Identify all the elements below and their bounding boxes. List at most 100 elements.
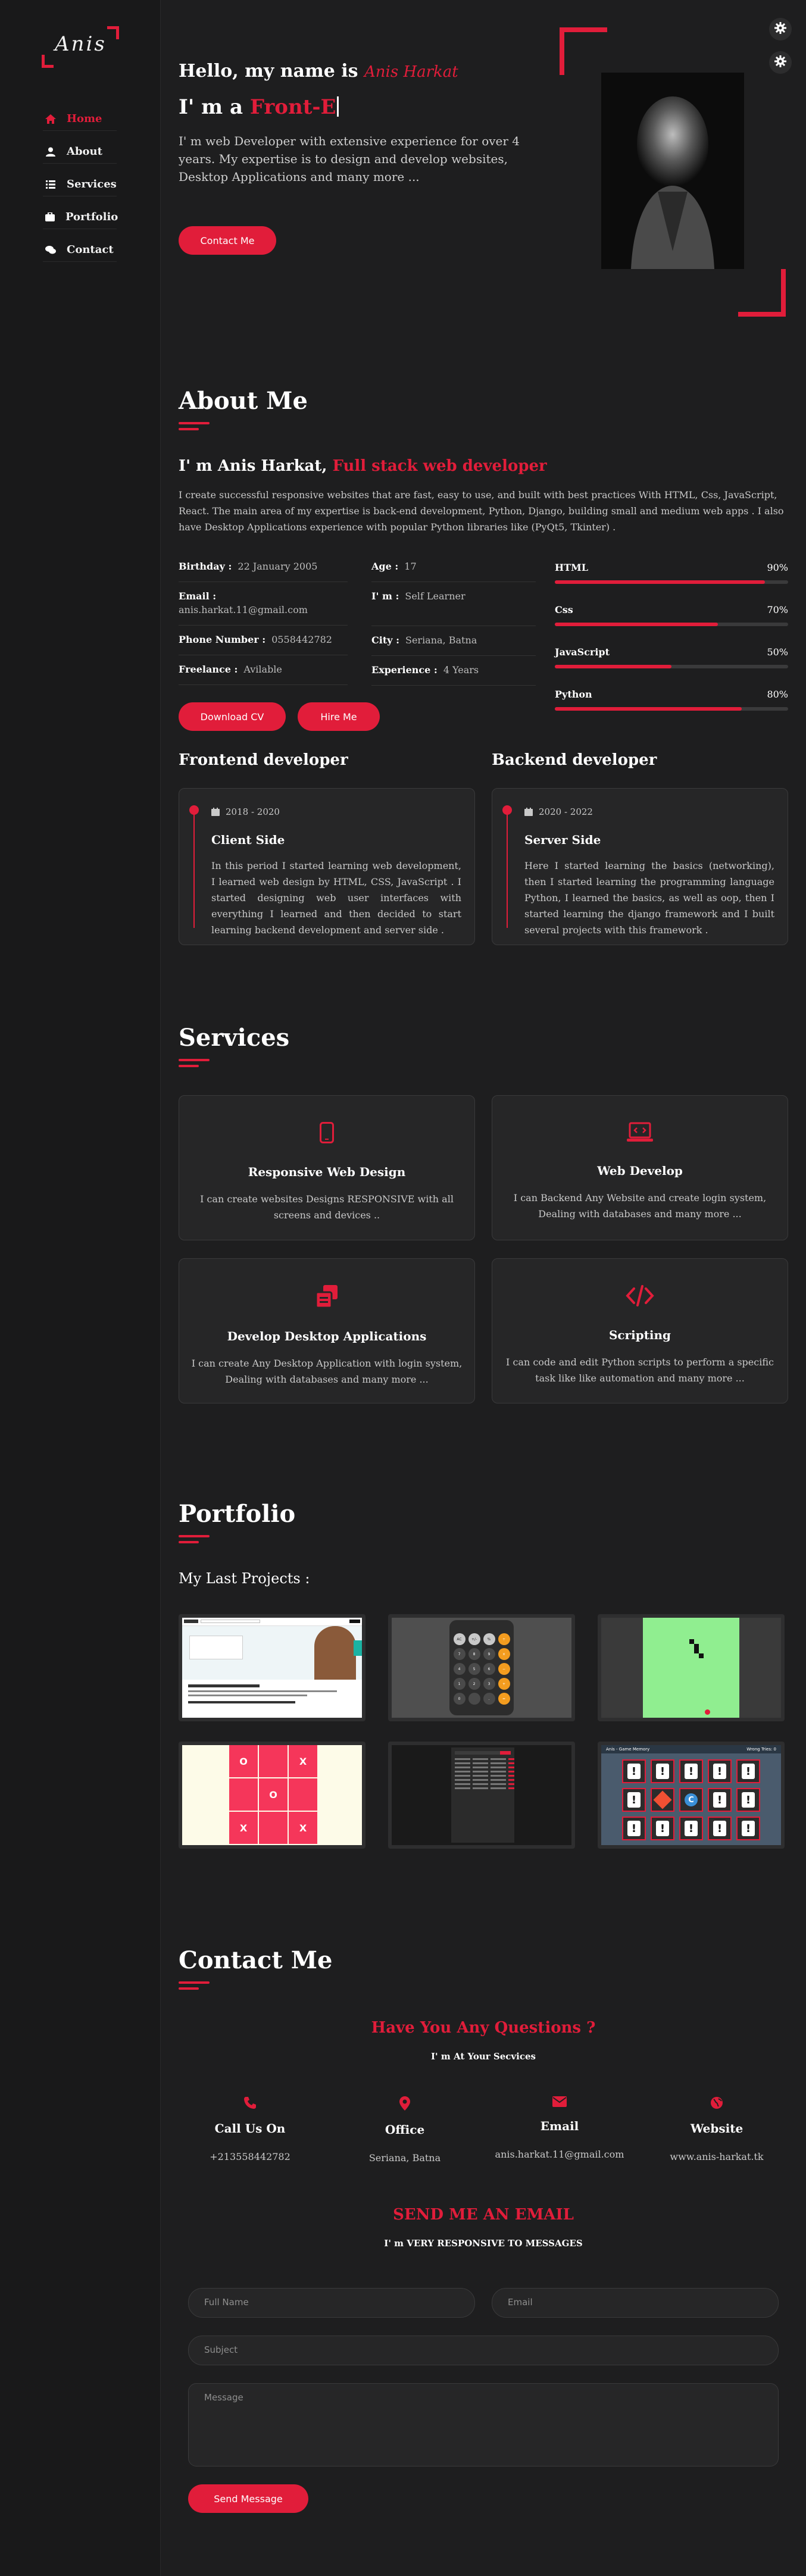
hero-description: I' m web Developer with extensive experi…: [179, 134, 520, 184]
skill-css: Css 70%: [555, 604, 788, 626]
calculator-key: 7: [453, 1648, 466, 1660]
service-text: I can code and edit Python scripts to pe…: [506, 1356, 774, 1384]
hero-photo-frame: [560, 27, 786, 317]
about-section: About Me I' m Anis Harkat, Full stack we…: [179, 387, 788, 952]
info-value: Avilable: [243, 664, 282, 675]
sidebar-item-about[interactable]: About: [43, 140, 117, 164]
table-app-window: [451, 1747, 514, 1843]
memory-tile: [651, 1788, 674, 1812]
list-icon: [45, 179, 56, 190]
project-calculator[interactable]: AC +/-% ÷ 7 8 9 × 4 5 6− 1 2 3 +0. =: [388, 1614, 575, 1721]
info-phone: Phone Number : 0558442782: [179, 626, 348, 655]
sidebar-item-portfolio[interactable]: Portfolio: [43, 205, 118, 229]
contact-card-title: Website: [690, 2121, 743, 2136]
sidebar-item-services[interactable]: Services: [43, 173, 117, 196]
contact-card-value[interactable]: +213558442782: [179, 2151, 321, 2162]
info-value: 4 Years: [443, 664, 479, 676]
home-icon: [45, 114, 56, 124]
info-birthday: Birthday : 22 January 2005: [179, 552, 348, 582]
skill-fill: [555, 580, 765, 584]
snake-body: [689, 1639, 694, 1644]
calculator-key: +: [498, 1678, 510, 1690]
sidebar-item-contact[interactable]: Contact: [43, 238, 117, 262]
portfolio-subtitle: My Last Projects :: [179, 1570, 310, 1587]
calculator-key: AC: [453, 1633, 466, 1645]
info-experience: Experience : 4 Years: [371, 656, 536, 686]
about-headline: I' m Anis Harkat, Full stack web develop…: [179, 457, 547, 475]
service-card-responsive: Responsive Web Design I can create websi…: [179, 1095, 475, 1240]
calculator-key: 6: [483, 1663, 495, 1675]
contact-card-value[interactable]: anis.harkat.11@gmail.com: [488, 2149, 631, 2160]
contact-card-email: Email anis.harkat.11@gmail.com: [488, 2096, 631, 2160]
service-text: I can create Any Desktop Application wit…: [191, 1358, 463, 1385]
timeline-heading-backend: Backend developer: [492, 751, 657, 769]
briefcase-icon: [45, 212, 55, 223]
calculator-key: =: [498, 1693, 510, 1705]
info-value: anis.harkat.11@gmail.com: [179, 604, 308, 615]
project-snake-game[interactable]: [598, 1614, 785, 1721]
mobile-icon: [179, 1122, 474, 1146]
skill-fill: [555, 665, 671, 668]
skill-name: Python: [555, 689, 592, 700]
memory-tile: !: [622, 1759, 646, 1783]
skill-python: Python 80%: [555, 689, 788, 711]
services-section: Services Responsive Web Design I can cre…: [179, 1024, 788, 1411]
logo-text: Anis: [55, 32, 107, 56]
service-title: Web Develop: [597, 1164, 683, 1178]
contact-card-value[interactable]: www.anis-harkat.tk: [645, 2151, 788, 2162]
frame-corner-tl: [560, 27, 607, 75]
info-key: Freelance :: [179, 664, 238, 675]
snake-body: [694, 1649, 699, 1653]
skill-bar: [555, 580, 788, 584]
portfolio-section: Portfolio My Last Projects : AC +/-% ÷ 7…: [179, 1500, 788, 1869]
services-title: Services: [179, 1024, 290, 1052]
laptop-code-icon: [492, 1122, 788, 1145]
email-input[interactable]: Email: [492, 2288, 779, 2318]
tic-tac-toe-cell: X: [229, 1812, 258, 1844]
project-memory-game[interactable]: Anis - Game Memory Wrong Tries: 0 !!!!!!…: [598, 1742, 785, 1849]
memory-tile: !: [679, 1759, 703, 1783]
skill-html: HTML 90%: [555, 562, 788, 584]
desktop-app-icon: [179, 1285, 474, 1310]
contact-me-button[interactable]: Contact Me: [179, 226, 276, 255]
hire-me-button[interactable]: Hire Me: [298, 702, 380, 731]
hero-section: Hello, my name is Anis Harkat I' m a Fro…: [179, 0, 788, 333]
timeline-card-frontend: 2018 - 2020 Client Side In this period I…: [179, 788, 475, 945]
calculator-key: 4: [453, 1663, 466, 1675]
skill-fill: [555, 623, 718, 626]
contact-card-website: Website www.anis-harkat.tk: [645, 2096, 788, 2162]
envelope-icon: [552, 2096, 567, 2109]
snake-board: [643, 1618, 739, 1718]
send-message-button[interactable]: Send Message: [188, 2484, 308, 2513]
memory-tries: Wrong Tries: 0: [746, 1747, 776, 1752]
info-key: I' m :: [371, 590, 399, 602]
memory-grid: !!!!!! C!!!!!!!: [601, 1753, 781, 1840]
tic-tac-toe-cell: [229, 1778, 258, 1811]
calculator-keys: AC +/-% ÷ 7 8 9 × 4 5 6− 1 2 3 +0. =: [453, 1633, 510, 1705]
hero-name-script: Anis Harkat: [364, 63, 458, 81]
skill-percent: 70%: [767, 604, 788, 615]
full-name-input[interactable]: Full Name: [188, 2288, 475, 2318]
role-typed: Front-E: [249, 95, 336, 119]
date-text: 2018 - 2020: [226, 806, 280, 817]
service-card-desktop: Develop Desktop Applications I can creat…: [179, 1258, 475, 1403]
subject-input[interactable]: Subject: [188, 2336, 779, 2365]
timeline-text: Here I started learning the basics (netw…: [524, 860, 774, 936]
project-udemy-clone[interactable]: [179, 1614, 365, 1721]
project-dark-table-app[interactable]: [388, 1742, 575, 1849]
calculator-key: 0: [453, 1693, 466, 1705]
snake-body: [694, 1644, 699, 1649]
send-email-title: SEND ME AN EMAIL: [393, 2206, 574, 2224]
sidebar-item-home[interactable]: Home: [43, 107, 117, 131]
info-key: Age :: [371, 561, 399, 572]
timeline-line: [193, 809, 195, 928]
project-tic-tac-toe[interactable]: OXOXX: [179, 1742, 365, 1849]
logo[interactable]: Anis: [42, 26, 119, 68]
skill-name: HTML: [555, 562, 588, 573]
download-cv-button[interactable]: Download CV: [179, 702, 286, 731]
skills-list: HTML 90% Css 70% JavaScript 50% Python 80%: [555, 562, 788, 731]
skill-name: Css: [555, 604, 573, 615]
skill-percent: 50%: [767, 646, 788, 658]
message-textarea[interactable]: Message: [188, 2383, 779, 2466]
tic-tac-toe-cell: X: [289, 1812, 317, 1844]
